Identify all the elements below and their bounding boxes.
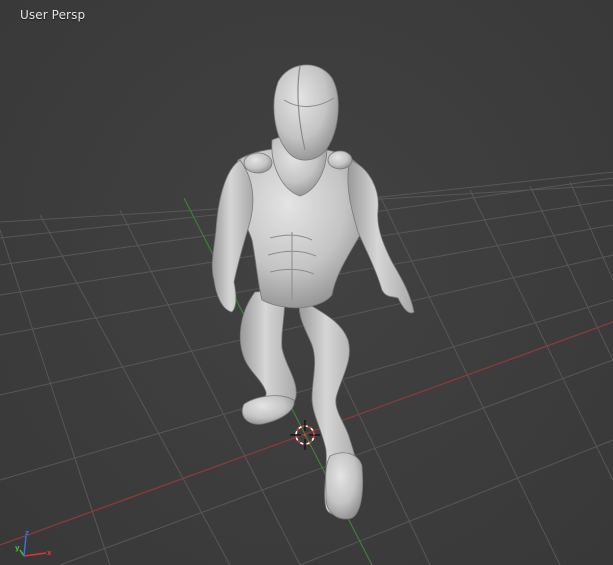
left-shoulder [243, 152, 273, 174]
gizmo-z-axis [23, 535, 27, 557]
gizmo-x-axis [23, 552, 47, 557]
3d-cursor-icon[interactable] [290, 420, 320, 450]
view-perspective-label: User Persp [20, 8, 86, 22]
gizmo-z-label: z [25, 529, 29, 537]
left-arm [211, 159, 254, 313]
right-shoulder [327, 150, 353, 170]
x-axis-line [0, 321, 613, 546]
left-foot [241, 395, 295, 425]
right-foot [325, 452, 364, 520]
gizmo-y-label: y [15, 544, 20, 552]
gizmo-x-label: x [47, 549, 52, 557]
axis-gizmo-icon: z y x [15, 529, 52, 557]
3d-viewport[interactable]: User Persp z y x [0, 0, 613, 565]
viewport-scene[interactable] [0, 0, 613, 565]
helmet [273, 64, 339, 161]
